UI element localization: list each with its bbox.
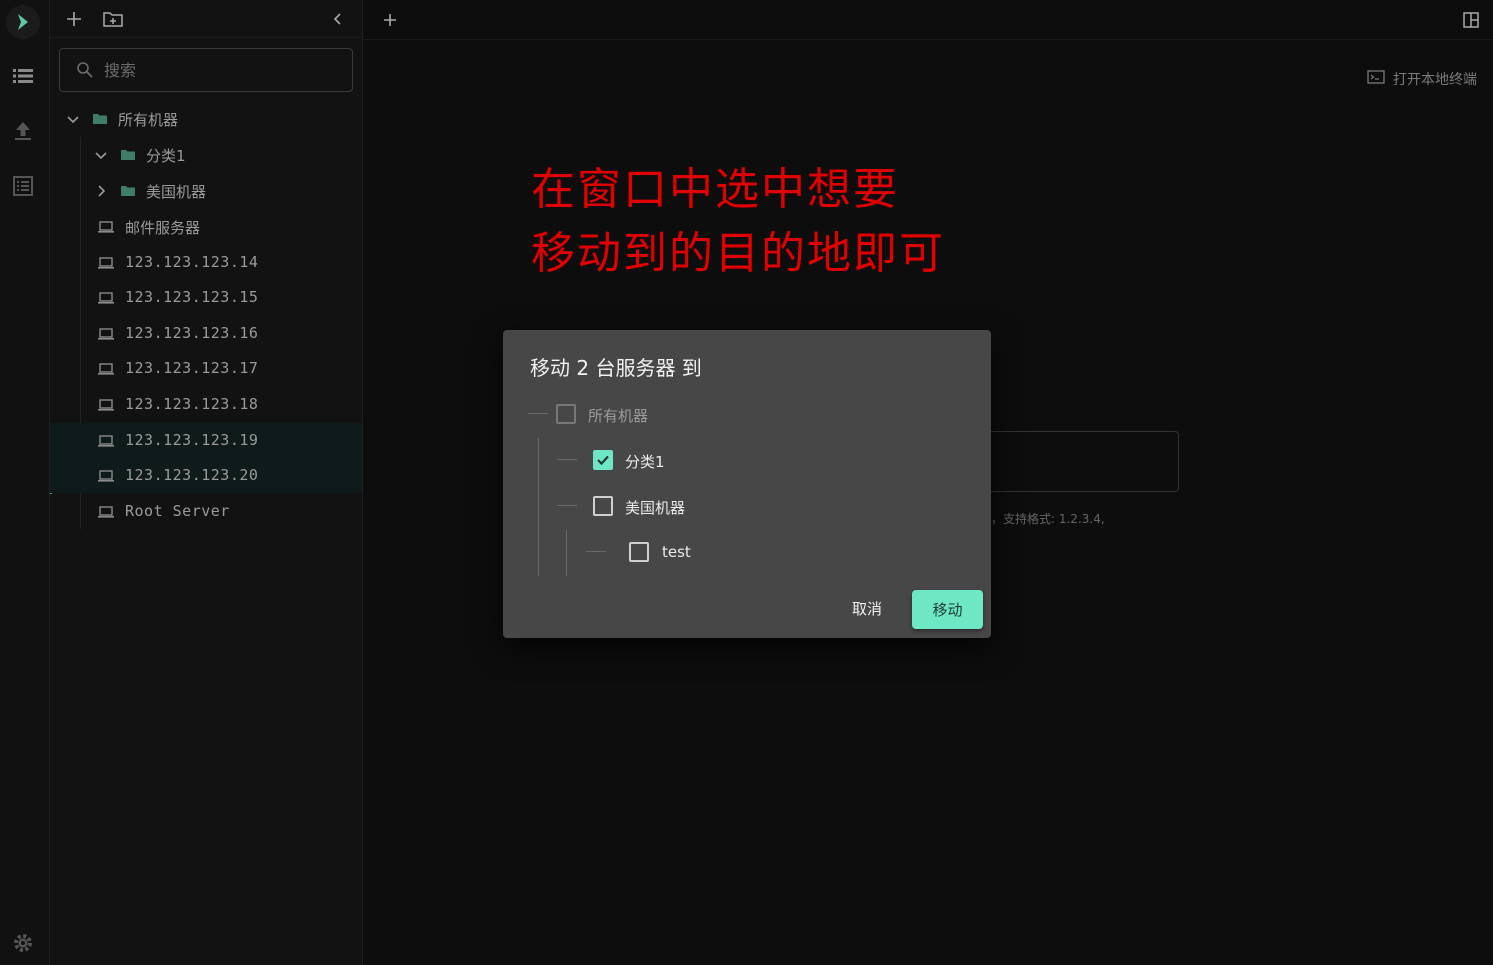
- server-label: 123.123.123.19: [125, 431, 259, 449]
- annotation-line: 在窗口中选中想要: [531, 164, 899, 215]
- server-label: 123.123.123.18: [125, 395, 259, 413]
- log-list-icon[interactable]: [11, 174, 35, 198]
- laptop-icon: [97, 503, 115, 521]
- tree-folder-label: 美国机器: [146, 183, 207, 201]
- new-folder-button[interactable]: [101, 7, 125, 31]
- tree-folder-label: 分类1: [146, 147, 186, 165]
- tree-dash: [557, 459, 577, 460]
- add-server-button[interactable]: [62, 7, 86, 31]
- tree-dash: [557, 505, 577, 506]
- folder-icon: [91, 110, 109, 128]
- dialog-option-root[interactable]: 所有机器: [528, 400, 728, 428]
- check-icon: [597, 455, 609, 466]
- tree-server-item[interactable]: 123.123.123.15: [50, 280, 362, 315]
- background-hint-text: ），支持格式: 1.2.3.4,: [985, 512, 1105, 526]
- folder-icon: [119, 182, 137, 200]
- folder-icon: [119, 146, 137, 164]
- sidebar-toolbar: [50, 0, 363, 38]
- dialog-option-sub[interactable]: test: [586, 538, 786, 566]
- dialog-option-folder2[interactable]: 美国机器: [557, 492, 757, 520]
- cancel-button[interactable]: 取消: [839, 590, 895, 626]
- server-label: 123.123.123.15: [125, 288, 259, 306]
- tab-bar: [363, 0, 1493, 40]
- open-local-terminal-link[interactable]: 打开本地终端: [1367, 68, 1477, 90]
- server-label: 123.123.123.17: [125, 359, 259, 377]
- tree-server-item[interactable]: 123.123.123.17: [50, 351, 362, 386]
- tree-folder-root[interactable]: 所有机器: [50, 101, 362, 136]
- checkbox-folder2[interactable]: [593, 496, 613, 516]
- option-label: test: [662, 543, 691, 561]
- tree-folder-2[interactable]: 美国机器: [50, 173, 362, 208]
- tree-folder-label: 所有机器: [118, 111, 179, 129]
- server-label: 123.123.123.20: [125, 466, 259, 484]
- background-input-field[interactable]: [983, 431, 1179, 492]
- option-label: 所有机器: [588, 407, 649, 425]
- search-input[interactable]: [104, 49, 334, 91]
- laptop-icon: [97, 325, 115, 343]
- tree-server-item[interactable]: 邮件服务器: [50, 209, 362, 244]
- move-servers-dialog: 移动 2 台服务器 到 所有机器 分类1 美国机器 test 取消 移动: [503, 330, 991, 638]
- server-label: 邮件服务器: [125, 219, 201, 237]
- chevron-down-icon[interactable]: [92, 146, 110, 164]
- tree-server-item[interactable]: Root Server: [50, 494, 362, 529]
- checkbox-folder1[interactable]: [593, 450, 613, 470]
- terminal-icon: [1367, 69, 1385, 89]
- tree-server-item[interactable]: 123.123.123.16: [50, 316, 362, 351]
- chevron-right-icon[interactable]: [92, 182, 110, 200]
- laptop-icon: [97, 254, 115, 272]
- layout-toggle-icon[interactable]: [1459, 8, 1483, 32]
- option-label: 分类1: [625, 453, 665, 471]
- new-tab-button[interactable]: [378, 8, 402, 32]
- tree-connector-line: [566, 530, 567, 576]
- dialog-title: 移动 2 台服务器 到: [530, 356, 702, 380]
- laptop-icon: [97, 467, 115, 485]
- server-label: 123.123.123.14: [125, 253, 259, 271]
- laptop-icon: [97, 396, 115, 414]
- tree-server-item-selected[interactable]: 123.123.123.19: [50, 423, 362, 458]
- settings-icon[interactable]: [11, 931, 35, 955]
- tree-server-item[interactable]: 123.123.123.14: [50, 245, 362, 280]
- tree-folder-1[interactable]: 分类1: [50, 137, 362, 172]
- logo-icon[interactable]: [6, 5, 40, 39]
- move-button[interactable]: 移动: [912, 590, 983, 629]
- chevron-down-icon[interactable]: [64, 110, 82, 128]
- server-list-icon[interactable]: [11, 64, 35, 88]
- server-label: 123.123.123.16: [125, 324, 259, 342]
- search-icon: [76, 61, 94, 79]
- tree-connector-line: [538, 438, 539, 576]
- dialog-option-folder1[interactable]: 分类1: [557, 446, 757, 474]
- icon-rail: [0, 0, 50, 965]
- upload-icon[interactable]: [11, 119, 35, 143]
- search-box: [59, 48, 353, 92]
- collapse-sidebar-button[interactable]: [326, 7, 350, 31]
- tree-dash: [586, 551, 606, 552]
- terminal-link-label: 打开本地终端: [1393, 72, 1477, 88]
- annotation-text: 在窗口中选中想要 移动到的目的地即可: [531, 158, 945, 286]
- laptop-icon: [97, 218, 115, 236]
- laptop-icon: [97, 432, 115, 450]
- app-window: 所有机器 分类1 美国机器 邮件服务器 123.123.123.14: [0, 0, 1493, 965]
- laptop-icon: [97, 289, 115, 307]
- server-label: Root Server: [125, 502, 230, 520]
- sidebar: 所有机器 分类1 美国机器 邮件服务器 123.123.123.14: [50, 0, 363, 965]
- checkbox-root[interactable]: [556, 404, 576, 424]
- tree-server-item[interactable]: 123.123.123.18: [50, 387, 362, 422]
- laptop-icon: [97, 360, 115, 378]
- annotation-line: 移动到的目的地即可: [531, 228, 945, 279]
- option-label: 美国机器: [625, 499, 686, 517]
- tree-server-item-selected[interactable]: 123.123.123.20: [50, 458, 362, 493]
- tree-dash: [528, 413, 548, 414]
- checkbox-sub[interactable]: [629, 542, 649, 562]
